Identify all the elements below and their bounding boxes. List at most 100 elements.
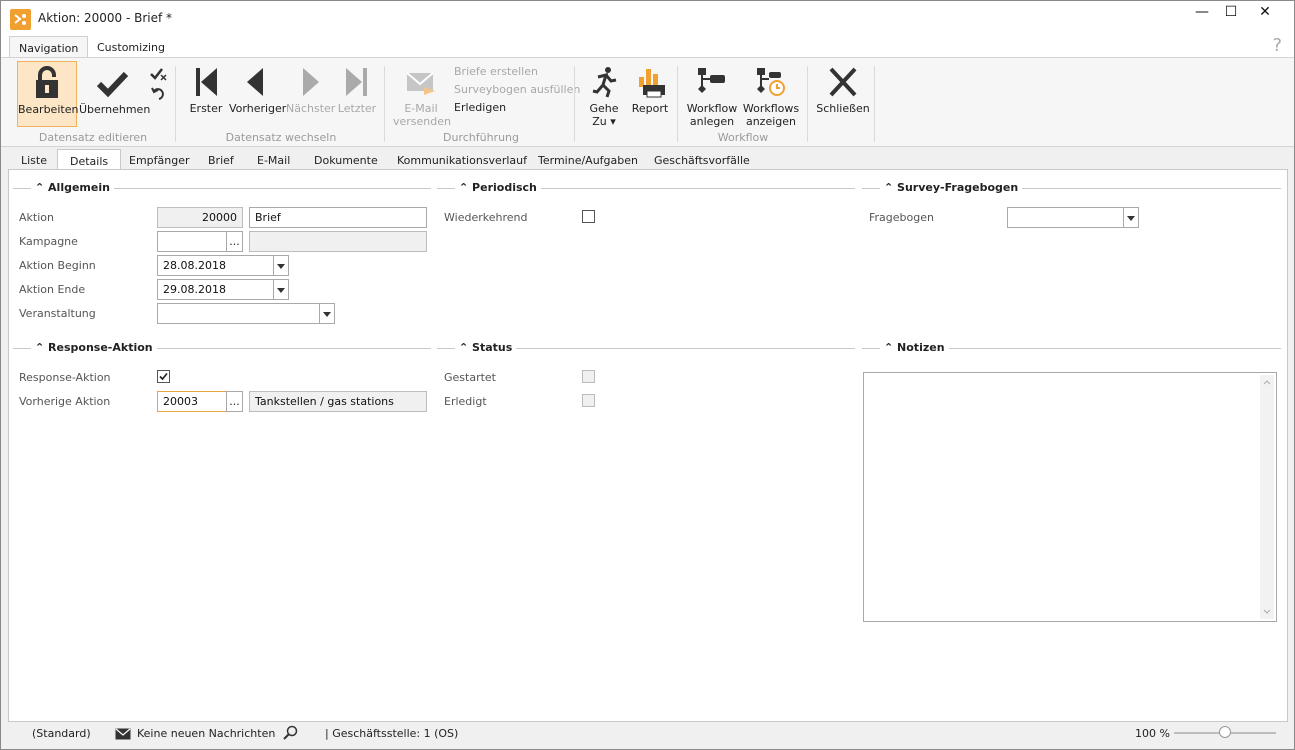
unlock-icon [36, 66, 58, 98]
uebernehmen-button[interactable]: Übernehmen [79, 62, 150, 128]
tab-email[interactable]: E-Mail [245, 151, 302, 170]
gehe-zu-button[interactable]: Gehe Zu ▾ [586, 62, 622, 128]
fragebogen-field[interactable] [1007, 207, 1124, 228]
letzter-label: Letzter [337, 102, 377, 115]
uebernehmen-label: Übernehmen [79, 103, 151, 116]
kampagne-lookup-button[interactable]: ... [226, 231, 243, 252]
section-notizen[interactable]: ⌃ Notizen [862, 341, 1281, 355]
profile-status[interactable]: (Standard) [32, 727, 91, 740]
erledigt-label: Erledigt [444, 395, 487, 408]
workflows-anzeigen-button[interactable]: Workflows anzeigen [742, 62, 800, 128]
wiederkehrend-checkbox[interactable] [582, 210, 595, 223]
notizen-textarea[interactable] [863, 372, 1277, 622]
schliessen-label: Schließen [816, 102, 870, 115]
veranstaltung-label: Veranstaltung [19, 307, 96, 320]
email-versenden-button[interactable]: E-Mail versenden [393, 62, 451, 128]
envelope-icon [115, 728, 131, 740]
tab-navigation[interactable]: Navigation [9, 36, 89, 58]
minimize-button[interactable]: — [1187, 4, 1217, 24]
vorheriger-button[interactable]: Vorheriger [229, 62, 286, 115]
title-bar: Aktion: 20000 - Brief * — ☐ ✕ [1, 1, 1294, 35]
group-separator [807, 66, 808, 142]
notizen-scrollbar[interactable] [1260, 375, 1274, 619]
tab-dokumente[interactable]: Dokumente [302, 151, 390, 170]
veranstaltung-field[interactable] [157, 303, 320, 324]
chevron-up-icon: ⌃ [459, 341, 473, 354]
response-aktion-checkbox[interactable] [157, 370, 170, 383]
scroll-up-icon[interactable] [1263, 379, 1271, 385]
tab-empfaenger[interactable]: Empfänger [117, 151, 202, 170]
next-record-icon [303, 68, 319, 96]
notizen-title: Notizen [897, 341, 945, 354]
veranstaltung-dropdown-button[interactable] [319, 303, 335, 324]
tab-termine-aufgaben[interactable]: Termine/Aufgaben [526, 151, 650, 170]
tab-geschaeftsvorfaelle[interactable]: Geschäftsvorfälle [642, 151, 762, 170]
erledigen-button[interactable]: Erledigen [454, 101, 506, 114]
aktion-name-field[interactable]: Brief [249, 207, 427, 228]
chevron-up-icon: ⌃ [35, 181, 49, 194]
search-icon[interactable] [282, 725, 298, 741]
gehe-label-1: Gehe [589, 102, 619, 115]
wf-anlegen-label-2: anlegen [689, 115, 735, 128]
beginn-date-field[interactable]: 28.08.2018 [157, 255, 274, 276]
fragebogen-dropdown-button[interactable] [1123, 207, 1139, 228]
previous-record-icon [247, 68, 263, 96]
ribbon-tab-bar: Navigation Customizing ? [1, 35, 1294, 58]
vorherige-aktion-name-field: Tankstellen / gas stations [249, 391, 427, 412]
workflow-anlegen-button[interactable]: Workflow anlegen [685, 62, 739, 128]
first-record-icon [196, 68, 217, 96]
gestartet-checkbox [582, 370, 595, 383]
group-separator [175, 66, 176, 142]
tab-brief[interactable]: Brief [196, 151, 246, 170]
response-aktion-label: Response-Aktion [19, 371, 111, 384]
kampagne-field[interactable] [157, 231, 227, 252]
report-button[interactable]: Report [629, 62, 671, 115]
gehe-label-2: Zu ▾ [592, 115, 616, 128]
group-workflow: Workflow [717, 131, 769, 144]
schliessen-button[interactable]: Schließen [816, 62, 870, 115]
tab-details[interactable]: Details [57, 149, 122, 171]
beginn-dropdown-button[interactable] [273, 255, 289, 276]
document-tab-bar: Liste Details Empfänger Brief E-Mail Dok… [1, 147, 1294, 171]
report-label: Report [631, 102, 669, 115]
wf-anlegen-label-1: Workflow [686, 102, 738, 115]
running-man-icon [592, 67, 617, 98]
section-allgemein[interactable]: ⌃ Allgemein [13, 181, 431, 195]
status-title: Status [472, 341, 513, 354]
briefe-erstellen-button[interactable]: Briefe erstellen [454, 65, 538, 78]
chevron-up-icon: ⌃ [884, 341, 898, 354]
email-label-1: E-Mail [404, 102, 438, 115]
naechster-button[interactable]: Nächster [286, 62, 335, 115]
section-periodisch[interactable]: ⌃ Periodisch [437, 181, 855, 195]
vorherige-aktion-field[interactable]: 20003 [157, 391, 227, 412]
beginn-label: Aktion Beginn [19, 259, 96, 272]
tab-customizing[interactable]: Customizing [88, 36, 174, 58]
scroll-down-icon[interactable] [1263, 609, 1271, 615]
erster-label: Erster [189, 102, 223, 115]
erster-button[interactable]: Erster [187, 62, 225, 115]
section-status[interactable]: ⌃ Status [437, 341, 855, 355]
letzter-button[interactable]: Letzter [337, 62, 377, 115]
messages-status[interactable]: Keine neuen Nachrichten [137, 727, 275, 740]
app-window: Aktion: 20000 - Brief * — ☐ ✕ Navigation… [0, 0, 1295, 750]
tab-liste[interactable]: Liste [9, 151, 59, 170]
ende-date-field[interactable]: 29.08.2018 [157, 279, 274, 300]
section-survey[interactable]: ⌃ Survey-Fragebogen [862, 181, 1281, 195]
ende-dropdown-button[interactable] [273, 279, 289, 300]
zoom-slider-thumb[interactable] [1219, 726, 1231, 738]
section-response[interactable]: ⌃ Response-Aktion [13, 341, 431, 355]
checkmark-icon [96, 71, 129, 98]
geschaeftsstelle-status: | Geschäftsstelle: 1 (OS) [325, 727, 459, 740]
close-window-button[interactable]: ✕ [1250, 4, 1280, 24]
vorherige-aktion-lookup-button[interactable]: ... [226, 391, 243, 412]
aktion-label: Aktion [19, 211, 54, 224]
chevron-up-icon: ⌃ [459, 181, 473, 194]
undo-icon[interactable] [151, 86, 165, 102]
help-icon[interactable]: ? [1272, 35, 1282, 56]
bearbeiten-button[interactable]: Bearbeiten [17, 61, 78, 127]
tab-kommunikationsverlauf[interactable]: Kommunikationsverlauf [385, 151, 539, 170]
check-cancel-icon[interactable] [150, 66, 168, 82]
workflow-clock-icon [757, 68, 785, 96]
maximize-button[interactable]: ☐ [1216, 4, 1246, 24]
surveybogen-button[interactable]: Surveybogen ausfüllen [454, 83, 580, 96]
